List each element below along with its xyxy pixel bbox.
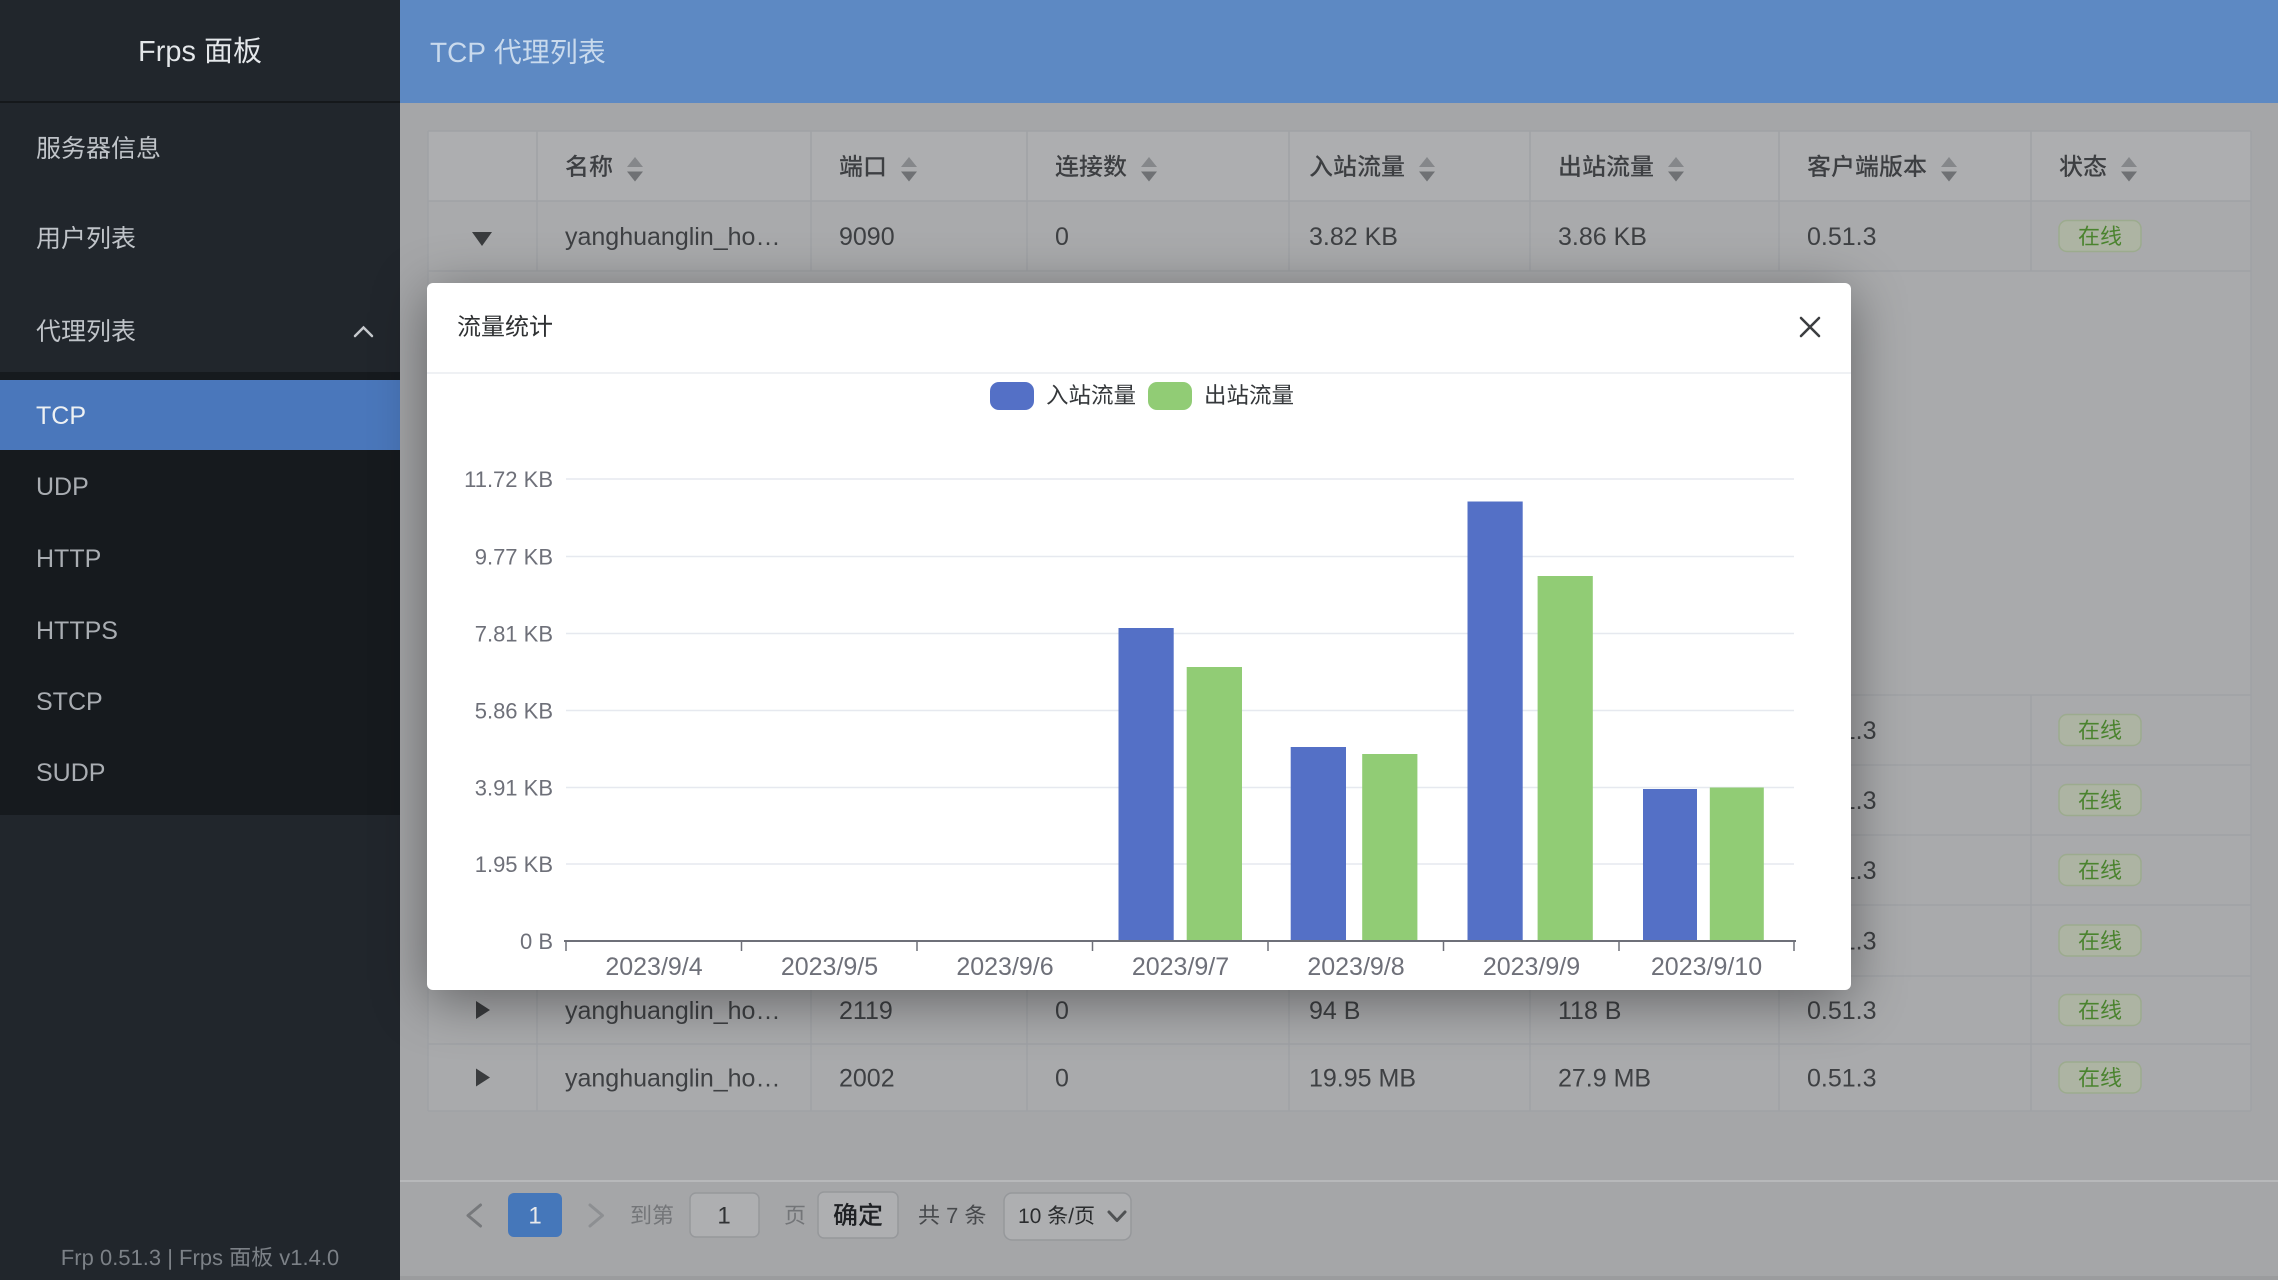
svg-text:5.86 KB: 5.86 KB — [475, 699, 553, 724]
svg-text:11.72 KB: 11.72 KB — [464, 467, 553, 492]
svg-text:2023/9/4: 2023/9/4 — [605, 953, 702, 981]
svg-text:7.81 KB: 7.81 KB — [475, 622, 553, 647]
svg-text:9.77 KB: 9.77 KB — [475, 545, 553, 570]
svg-text:2023/9/6: 2023/9/6 — [956, 953, 1053, 981]
svg-text:2023/9/8: 2023/9/8 — [1307, 953, 1404, 981]
svg-text:0 B: 0 B — [520, 929, 553, 954]
svg-text:2023/9/7: 2023/9/7 — [1132, 953, 1229, 981]
svg-text:2023/9/9: 2023/9/9 — [1483, 953, 1580, 981]
svg-text:1.95 KB: 1.95 KB — [475, 852, 553, 877]
svg-text:2023/9/5: 2023/9/5 — [781, 953, 878, 981]
svg-text:2023/9/10: 2023/9/10 — [1651, 953, 1762, 981]
svg-text:3.91 KB: 3.91 KB — [475, 776, 553, 801]
